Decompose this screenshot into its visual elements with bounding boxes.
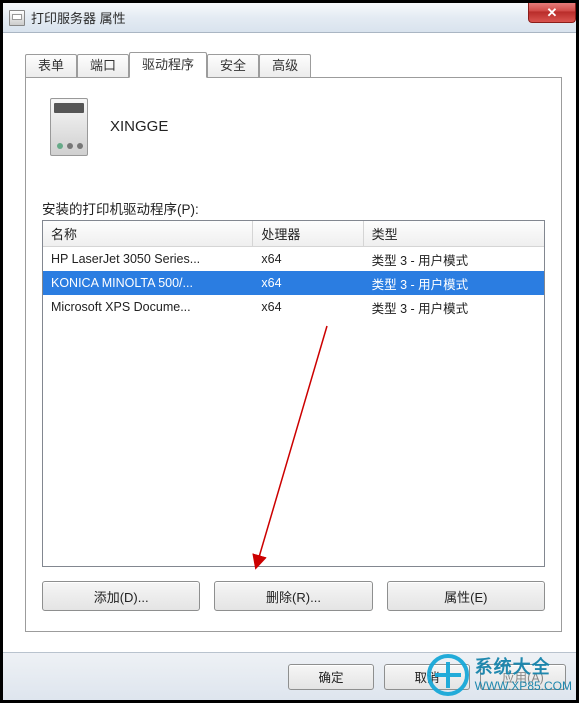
- cell-processor: x64: [253, 276, 363, 290]
- col-name[interactable]: 名称: [43, 221, 253, 246]
- print-server-properties-window: 打印服务器 属性 ✕ 表单 端口 驱动程序 安全 高级 XINGGE 安装的打印…: [0, 0, 579, 703]
- cell-type: 类型 3 - 用户模式: [364, 274, 544, 293]
- watermark-title: 系统大全: [475, 657, 572, 679]
- tabstrip: 表单 端口 驱动程序 安全 高级: [25, 51, 576, 77]
- tab-security[interactable]: 安全: [207, 54, 259, 78]
- properties-button[interactable]: 属性(E): [387, 581, 545, 611]
- client-area: 表单 端口 驱动程序 安全 高级 XINGGE 安装的打印机驱动程序(P): 名…: [11, 37, 576, 642]
- close-icon: ✕: [547, 5, 558, 21]
- table-row[interactable]: Microsoft XPS Docume...x64类型 3 - 用户模式: [43, 295, 544, 319]
- cell-name: Microsoft XPS Docume...: [43, 300, 253, 314]
- cell-processor: x64: [253, 300, 363, 314]
- watermark-text: 系统大全 WWW.XP85.COM: [475, 657, 572, 693]
- cell-name: HP LaserJet 3050 Series...: [43, 252, 253, 266]
- ok-button[interactable]: 确定: [288, 664, 374, 690]
- col-type[interactable]: 类型: [364, 221, 544, 246]
- tab-forms[interactable]: 表单: [25, 54, 77, 78]
- watermark-url: WWW.XP85.COM: [475, 679, 572, 693]
- titlebar[interactable]: 打印服务器 属性 ✕: [3, 3, 576, 33]
- table-row[interactable]: KONICA MINOLTA 500/...x64类型 3 - 用户模式: [43, 271, 544, 295]
- server-name: XINGGE: [110, 118, 168, 135]
- server-icon: [50, 98, 88, 156]
- drivers-panel: XINGGE 安装的打印机驱动程序(P): 名称 处理器 类型 HP Laser…: [25, 77, 562, 632]
- watermark-logo-icon: [427, 654, 469, 696]
- add-button[interactable]: 添加(D)...: [42, 581, 200, 611]
- watermark: 系统大全 WWW.XP85.COM: [427, 654, 572, 696]
- table-row[interactable]: HP LaserJet 3050 Series...x64类型 3 - 用户模式: [43, 247, 544, 271]
- drivers-label: 安装的打印机驱动程序(P):: [42, 198, 199, 218]
- printer-icon: [9, 10, 25, 26]
- cell-type: 类型 3 - 用户模式: [364, 298, 544, 317]
- col-processor[interactable]: 处理器: [253, 221, 363, 246]
- drivers-rows: HP LaserJet 3050 Series...x64类型 3 - 用户模式…: [43, 247, 544, 319]
- tab-ports[interactable]: 端口: [77, 54, 129, 78]
- drivers-header: 名称 处理器 类型: [43, 221, 544, 247]
- close-button[interactable]: ✕: [528, 3, 576, 23]
- remove-button[interactable]: 删除(R)...: [214, 581, 372, 611]
- window-title: 打印服务器 属性: [31, 8, 126, 27]
- drivers-list[interactable]: 名称 处理器 类型 HP LaserJet 3050 Series...x64类…: [42, 220, 545, 567]
- cell-name: KONICA MINOLTA 500/...: [43, 276, 253, 290]
- drivers-buttons: 添加(D)... 删除(R)... 属性(E): [42, 581, 545, 615]
- cell-type: 类型 3 - 用户模式: [364, 250, 544, 269]
- cell-processor: x64: [253, 252, 363, 266]
- tab-advanced[interactable]: 高级: [259, 54, 311, 78]
- tab-drivers[interactable]: 驱动程序: [129, 52, 207, 78]
